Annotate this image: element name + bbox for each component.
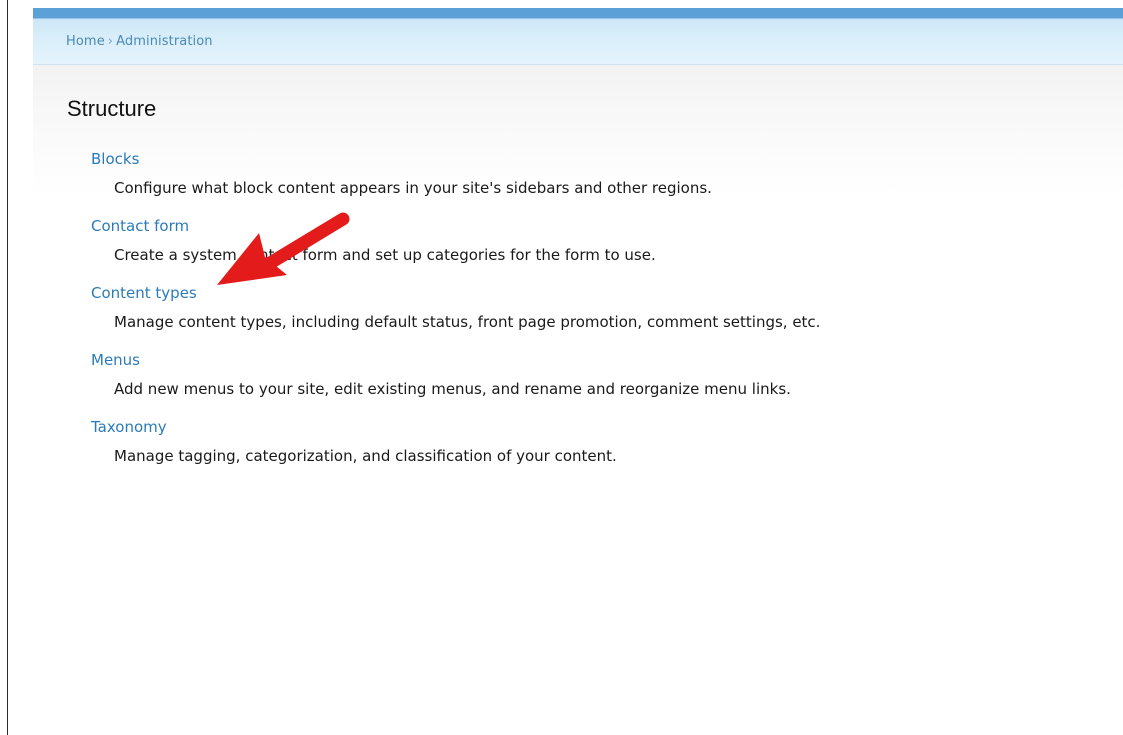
breadcrumb-home-link[interactable]: Home: [66, 34, 105, 49]
admin-list: Blocks Configure what block content appe…: [91, 148, 820, 483]
content-types-link[interactable]: Content types: [91, 282, 820, 304]
menus-description: Add new menus to your site, edit existin…: [114, 380, 791, 398]
list-item-taxonomy: Taxonomy Manage tagging, categorization,…: [91, 416, 820, 483]
list-item-menus: Menus Add new menus to your site, edit e…: [91, 349, 820, 416]
contact-form-description: Create a system contact form and set up …: [114, 246, 656, 264]
taxonomy-link[interactable]: Taxonomy: [91, 416, 820, 438]
window-left-border: [7, 0, 8, 735]
contact-form-link[interactable]: Contact form: [91, 215, 820, 237]
top-strip: [33, 0, 1123, 8]
list-item-contact-form: Contact form Create a system contact for…: [91, 215, 820, 282]
breadcrumb-administration-link[interactable]: Administration: [116, 34, 213, 49]
list-item-blocks: Blocks Configure what block content appe…: [91, 148, 820, 215]
left-gutter: [0, 0, 33, 735]
blocks-link[interactable]: Blocks: [91, 148, 820, 170]
browser-viewport: Home › Administration Structure Blocks Con…: [0, 0, 1123, 735]
list-item-content-types: Content types Manage content types, incl…: [91, 282, 820, 349]
blocks-description: Configure what block content appears in …: [114, 179, 712, 197]
breadcrumb: Home › Administration: [66, 34, 213, 49]
content-types-description: Manage content types, including default …: [114, 313, 821, 331]
taxonomy-description: Manage tagging, categorization, and clas…: [114, 447, 617, 465]
breadcrumb-separator: ›: [107, 34, 114, 49]
menus-link[interactable]: Menus: [91, 349, 820, 371]
page-title: Structure: [67, 96, 157, 121]
